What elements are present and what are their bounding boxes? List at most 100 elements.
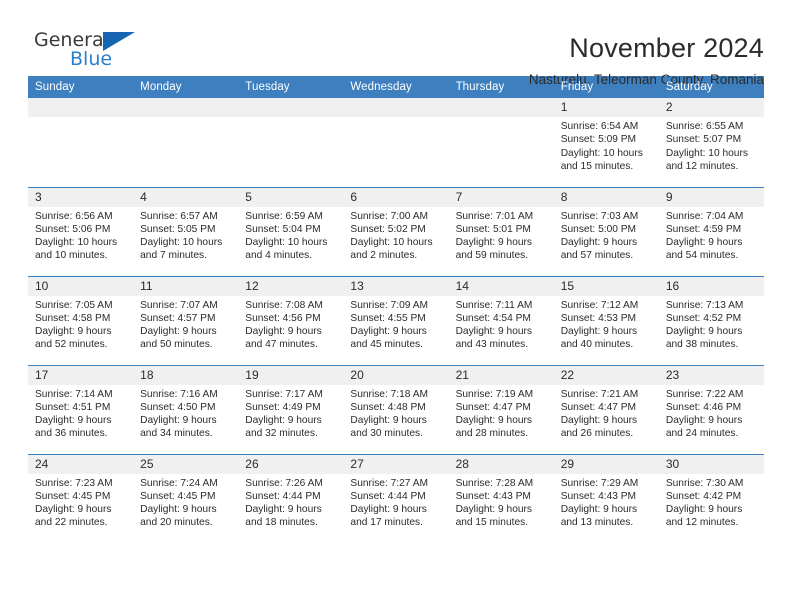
daylight-duration-line2: and 2 minutes. — [350, 250, 418, 262]
daylight-duration-line1: Daylight: 9 hours — [35, 415, 112, 427]
calendar-day-cell[interactable]: 22 Sunrise: 7:21 AM Sunset: 4:47 PM Dayligh… — [553, 364, 659, 454]
daylight-duration-line1: Daylight: 9 hours — [665, 504, 743, 516]
sunrise-time: Sunrise: 7:08 AM — [245, 299, 323, 311]
day-sun-info: Sunrise: 7:29 AM Sunset: 4:43 PM Daylight:… — [554, 474, 659, 530]
daylight-duration-line2: and 52 minutes. — [35, 339, 108, 351]
daylight-duration-line1: Daylight: 10 hours — [35, 237, 118, 249]
sunset-time: Sunset: 4:45 PM — [140, 490, 216, 502]
daylight-duration-line1: Daylight: 9 hours — [245, 415, 322, 427]
daylight-duration-line2: and 50 minutes. — [140, 339, 213, 351]
calendar-cell-empty — [28, 98, 134, 187]
calendar-day-cell[interactable]: 18 Sunrise: 7:16 AM Sunset: 4:50 PM Dayligh… — [133, 364, 239, 454]
daylight-duration-line2: and 18 minutes. — [245, 517, 318, 529]
daylight-duration-line1: Daylight: 9 hours — [665, 326, 743, 338]
day-number: 18 — [133, 365, 239, 385]
calendar-day-cell[interactable]: 27 Sunrise: 7:27 AM Sunset: 4:44 PM Dayligh… — [343, 453, 449, 543]
day-sun-info: Sunrise: 7:22 AM Sunset: 4:46 PM Daylight:… — [659, 385, 764, 441]
day-sun-info: Sunrise: 7:07 AM Sunset: 4:57 PM Daylight:… — [133, 296, 238, 352]
calendar-day-cell[interactable]: 13 Sunrise: 7:09 AM Sunset: 4:55 PM Dayligh… — [343, 275, 449, 365]
sunset-time: Sunset: 4:55 PM — [350, 312, 426, 324]
day-number: 11 — [133, 276, 239, 296]
calendar-day-cell[interactable]: 4 Sunrise: 6:57 AM Sunset: 5:05 PM Daylight… — [133, 186, 239, 276]
calendar-day-cell[interactable]: 29 Sunrise: 7:29 AM Sunset: 4:43 PM Dayligh… — [553, 453, 659, 543]
daylight-duration-line2: and 22 minutes. — [35, 517, 108, 529]
calendar-day-cell[interactable]: 1 Sunrise: 6:54 AM Sunset: 5:09 PM Daylight… — [553, 98, 659, 187]
sunset-time: Sunset: 4:56 PM — [245, 312, 321, 324]
calendar-day-cell[interactable]: 20 Sunrise: 7:18 AM Sunset: 4:48 PM Dayligh… — [343, 364, 449, 454]
calendar-day-cell[interactable]: 17 Sunrise: 7:14 AM Sunset: 4:51 PM Dayligh… — [28, 364, 134, 454]
calendar-week-row: 17 Sunrise: 7:14 AM Sunset: 4:51 PM Dayligh… — [28, 364, 764, 454]
day-sun-info: Sunrise: 7:04 AM Sunset: 4:59 PM Daylight:… — [659, 207, 764, 263]
day-sun-info: Sunrise: 6:57 AM Sunset: 5:05 PM Daylight:… — [133, 207, 238, 263]
daylight-duration-line1: Daylight: 10 hours — [665, 147, 748, 159]
calendar-day-cell[interactable]: 19 Sunrise: 7:17 AM Sunset: 4:49 PM Dayligh… — [238, 364, 344, 454]
calendar-day-cell[interactable]: 28 Sunrise: 7:28 AM Sunset: 4:43 PM Dayligh… — [448, 453, 554, 543]
calendar-day-cell[interactable]: 25 Sunrise: 7:24 AM Sunset: 4:45 PM Dayligh… — [133, 453, 239, 543]
calendar-day-cell[interactable]: 24 Sunrise: 7:23 AM Sunset: 4:45 PM Dayligh… — [28, 453, 134, 543]
sunrise-time: Sunrise: 7:16 AM — [140, 388, 218, 400]
calendar-day-cell[interactable]: 12 Sunrise: 7:08 AM Sunset: 4:56 PM Dayligh… — [238, 275, 344, 365]
day-number: 3 — [28, 187, 134, 207]
daylight-duration-line1: Daylight: 9 hours — [560, 415, 638, 427]
calendar-day-cell[interactable]: 7 Sunrise: 7:01 AM Sunset: 5:01 PM Daylight… — [448, 186, 554, 276]
calendar-day-cell[interactable]: 21 Sunrise: 7:19 AM Sunset: 4:47 PM Dayligh… — [448, 364, 554, 454]
day-number: 25 — [133, 454, 239, 474]
daylight-duration-line1: Daylight: 9 hours — [140, 326, 217, 338]
day-sun-info: Sunrise: 7:08 AM Sunset: 4:56 PM Daylight:… — [238, 296, 343, 352]
day-number: 4 — [133, 187, 239, 207]
calendar-day-cell[interactable]: 10 Sunrise: 7:05 AM Sunset: 4:58 PM Dayligh… — [28, 275, 134, 365]
sunrise-time: Sunrise: 7:23 AM — [35, 477, 113, 489]
logo-triangle-icon — [103, 32, 135, 51]
daylight-duration-line1: Daylight: 10 hours — [140, 237, 223, 249]
daylight-duration-line2: and 15 minutes. — [560, 160, 634, 172]
sunset-time: Sunset: 5:06 PM — [35, 223, 111, 235]
calendar-day-cell[interactable]: 9 Sunrise: 7:04 AM Sunset: 4:59 PM Daylight… — [658, 186, 764, 276]
calendar-page: General Blue November 2024 Nasturelu, Te… — [0, 0, 792, 612]
sunrise-time: Sunrise: 7:13 AM — [665, 299, 744, 311]
calendar-day-cell[interactable]: 26 Sunrise: 7:26 AM Sunset: 4:44 PM Dayligh… — [238, 453, 344, 543]
sunset-time: Sunset: 4:52 PM — [665, 312, 742, 324]
daylight-duration-line2: and 20 minutes. — [140, 517, 213, 529]
calendar-day-cell[interactable]: 6 Sunrise: 7:00 AM Sunset: 5:02 PM Daylight… — [343, 186, 449, 276]
sunrise-time: Sunrise: 7:05 AM — [35, 299, 113, 311]
sunset-time: Sunset: 4:43 PM — [560, 490, 637, 502]
daylight-duration-line1: Daylight: 10 hours — [560, 147, 643, 159]
calendar-day-cell[interactable]: 15 Sunrise: 7:12 AM Sunset: 4:53 PM Dayligh… — [553, 275, 659, 365]
calendar-day-cell[interactable]: 5 Sunrise: 6:59 AM Sunset: 5:04 PM Daylight… — [238, 186, 344, 276]
calendar-day-cell[interactable]: 30 Sunrise: 7:30 AM Sunset: 4:42 PM Dayligh… — [658, 453, 764, 543]
day-sun-info: Sunrise: 7:14 AM Sunset: 4:51 PM Daylight:… — [28, 385, 133, 441]
daylight-duration-line1: Daylight: 10 hours — [350, 237, 433, 249]
day-sun-info: Sunrise: 7:03 AM Sunset: 5:00 PM Daylight:… — [554, 207, 659, 263]
day-number: 8 — [553, 187, 659, 207]
daylight-duration-line1: Daylight: 9 hours — [560, 504, 638, 516]
sunrise-time: Sunrise: 7:14 AM — [35, 388, 113, 400]
daylight-duration-line1: Daylight: 10 hours — [245, 237, 328, 249]
sunrise-time: Sunrise: 7:24 AM — [140, 477, 218, 489]
day-sun-info: Sunrise: 7:26 AM Sunset: 4:44 PM Daylight:… — [238, 474, 343, 530]
day-number: 27 — [343, 454, 449, 474]
sunrise-time: Sunrise: 7:18 AM — [350, 388, 429, 400]
sunrise-time: Sunrise: 7:21 AM — [560, 388, 639, 400]
daylight-duration-line1: Daylight: 9 hours — [350, 326, 427, 338]
calendar-day-cell[interactable]: 2 Sunrise: 6:55 AM Sunset: 5:07 PM Daylight… — [658, 98, 764, 187]
day-number: 21 — [448, 365, 554, 385]
daylight-duration-line2: and 45 minutes. — [350, 339, 423, 351]
sunset-time: Sunset: 4:44 PM — [245, 490, 321, 502]
day-number — [448, 98, 554, 117]
day-number: 17 — [28, 365, 134, 385]
calendar-day-cell[interactable]: 23 Sunrise: 7:22 AM Sunset: 4:46 PM Dayligh… — [658, 364, 764, 454]
logo-text-general: General — [34, 29, 109, 51]
calendar-day-cell[interactable]: 3 Sunrise: 6:56 AM Sunset: 5:06 PM Daylight… — [28, 186, 134, 276]
calendar-day-cell[interactable]: 8 Sunrise: 7:03 AM Sunset: 5:00 PM Daylight… — [553, 186, 659, 276]
calendar-day-cell[interactable]: 16 Sunrise: 7:13 AM Sunset: 4:52 PM Dayligh… — [658, 275, 764, 365]
calendar-day-cell[interactable]: 11 Sunrise: 7:07 AM Sunset: 4:57 PM Dayligh… — [133, 275, 239, 365]
daylight-duration-line2: and 12 minutes. — [665, 160, 739, 172]
daylight-duration-line1: Daylight: 9 hours — [350, 504, 427, 516]
generalblue-logo[interactable]: General Blue — [28, 30, 188, 82]
calendar-day-cell[interactable]: 14 Sunrise: 7:11 AM Sunset: 4:54 PM Dayligh… — [448, 275, 554, 365]
daylight-duration-line2: and 15 minutes. — [455, 517, 529, 529]
day-number: 30 — [658, 454, 764, 474]
sunset-time: Sunset: 4:51 PM — [35, 401, 111, 413]
day-number: 5 — [238, 187, 344, 207]
calendar-cell-empty — [133, 98, 239, 187]
